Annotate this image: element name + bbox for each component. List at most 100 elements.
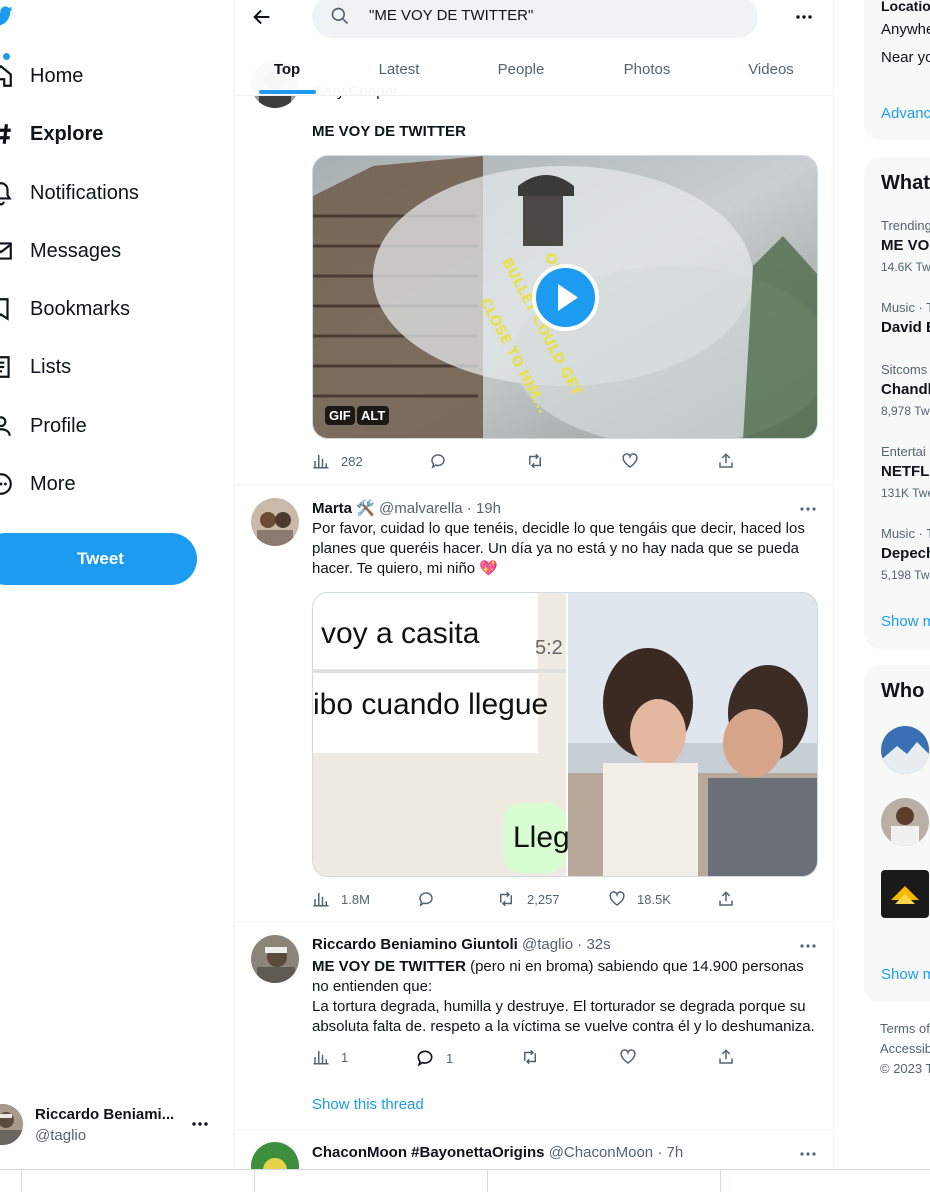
tweet-button[interactable]: Tweet (0, 533, 197, 585)
tweet-gif[interactable]: ONLY A BULLET COULD GET CLOSE TO HIM... … (312, 155, 818, 439)
reply-icon (417, 1050, 433, 1067)
bookmark-icon (0, 298, 9, 321)
trend-name: David B (881, 319, 930, 336)
retweet-icon (529, 453, 541, 469)
trend-meta: Entertai (881, 444, 926, 459)
show-more-follow[interactable]: Show m (881, 966, 930, 983)
reply-icon (419, 892, 433, 907)
trends-title: What (881, 172, 930, 194)
tweet-text: ME VOY DE TWITTER (312, 123, 466, 140)
avatar[interactable] (881, 870, 929, 918)
show-thread-link[interactable]: Show this thread (312, 1095, 817, 1115)
tab-latest[interactable]: Latest (349, 46, 449, 96)
advanced-search-link[interactable]: Advanc (881, 105, 930, 122)
share-icon (719, 891, 733, 906)
avatar[interactable] (881, 798, 929, 846)
tweet[interactable]: Riccardo Beniamino Giuntoli @taglio · 32… (235, 922, 833, 1130)
trend-name: Chandl (881, 381, 930, 398)
search-input[interactable]: "ME VOY DE TWITTER" (312, 0, 758, 38)
tab-people[interactable]: People (471, 46, 571, 96)
tweet-header: Marta 🛠️ @malvarella · 19h (312, 500, 501, 517)
tweet[interactable]: Gary Cooper... ME VOY DE TWITTER ONLY A … (235, 60, 833, 485)
share-button[interactable] (717, 452, 746, 470)
nav-explore-label: Explore (30, 122, 104, 145)
tweet-time[interactable]: 7h (667, 1144, 684, 1161)
tweet-photos[interactable]: voy a casita 5:2 ibo cuando llegue Lleg (312, 592, 818, 877)
like-button[interactable] (621, 452, 650, 470)
retweet-button[interactable] (520, 1048, 551, 1066)
bottom-segment (21, 1170, 254, 1192)
footer-accessibility-link[interactable]: Accessib (880, 1041, 930, 1056)
show-more-trends[interactable]: Show m (881, 613, 930, 630)
retweet-button[interactable] (525, 452, 556, 470)
tweet-text: Por favor, cuidad lo que tenéis, decidle… (312, 520, 805, 577)
tab-videos[interactable]: Videos (721, 46, 821, 96)
tweet-time[interactable]: 32s (586, 936, 610, 953)
tweet-actions: 1.8M 2,257 18.5K (312, 890, 742, 914)
views-button[interactable]: 1.8M (312, 890, 370, 908)
footer-terms-link[interactable]: Terms of (880, 1021, 930, 1036)
trend-meta: Music · T (881, 526, 930, 541)
views-icon (313, 455, 329, 469)
reply-button[interactable] (417, 890, 446, 908)
tweet-author-handle[interactable]: @taglio (522, 936, 573, 953)
avatar (251, 935, 299, 983)
tweet-author-handle[interactable]: @malvarella (379, 500, 463, 517)
trends-card: What Trending ME VOY 14.6K Tw Music · T … (864, 157, 930, 649)
trend-name: ME VOY (881, 237, 930, 254)
trend-count: 5,198 Tw (881, 568, 930, 582)
search-tabs: Top Latest People Photos Videos (235, 46, 833, 96)
twitter-logo-icon[interactable] (0, 4, 14, 28)
tab-top[interactable]: Top (235, 46, 339, 96)
location-anywhere[interactable]: Anywhere (881, 21, 930, 38)
tab-photos[interactable]: Photos (597, 46, 697, 96)
reply-button[interactable]: 1 (415, 1048, 453, 1068)
more-dots-icon[interactable] (797, 500, 819, 518)
avatar (0, 1104, 23, 1145)
avatar (251, 498, 299, 546)
retweet-count: 2,257 (527, 891, 560, 907)
more-dots-icon[interactable] (190, 1114, 210, 1134)
like-button[interactable]: 18.5K (608, 890, 671, 908)
like-button[interactable] (619, 1048, 648, 1066)
share-button[interactable] (717, 890, 746, 908)
location-near-you[interactable]: Near yo (881, 49, 930, 66)
views-button[interactable]: 1 (312, 1048, 348, 1066)
reply-count: 1 (446, 1050, 454, 1066)
tweet[interactable]: Marta 🛠️ @malvarella · 19h Por favor, cu… (235, 485, 833, 922)
alt-badge[interactable]: ALT (357, 406, 390, 425)
more-dots-icon[interactable] (797, 937, 819, 955)
more-dots-icon[interactable] (797, 1145, 819, 1163)
account-switcher[interactable]: Riccardo Beniami... @taglio (0, 1100, 225, 1152)
tweet-actions: 1 1 (312, 1048, 742, 1072)
tweet-author-name[interactable]: Marta 🛠️ (312, 500, 375, 517)
retweet-icon (500, 891, 512, 907)
back-arrow-icon[interactable] (251, 6, 273, 28)
tweet-time[interactable]: 19h (476, 500, 501, 517)
person-icon (0, 416, 11, 436)
retweet-button[interactable]: 2,257 (496, 890, 560, 908)
active-tab-indicator (259, 90, 316, 94)
heart-icon (620, 1049, 636, 1064)
home-icon (0, 64, 12, 87)
search-query: "ME VOY DE TWITTER" (369, 7, 534, 24)
trend-name: Depech (881, 545, 930, 562)
reply-button[interactable] (429, 452, 458, 470)
tweet-author-handle[interactable]: @ChaconMoon (549, 1144, 653, 1161)
nav-home-label: Home (30, 64, 84, 87)
photo-text: 5:2 (535, 637, 563, 659)
more-dots-icon[interactable] (793, 6, 815, 28)
photo-text: Lleg (513, 821, 570, 854)
tweet-header: ChaconMoon #BayonettaOrigins @ChaconMoon… (312, 1144, 684, 1161)
avatar[interactable] (881, 726, 929, 774)
tweet-author-name[interactable]: ChaconMoon #BayonettaOrigins (312, 1144, 545, 1161)
trend-meta: Trending (881, 218, 930, 233)
play-button[interactable] (532, 264, 599, 331)
views-button[interactable]: 282 (312, 452, 363, 470)
photo-text: ibo cuando llegue (313, 688, 549, 721)
trend-count: 14.6K Tw (881, 260, 930, 274)
nav-bookmarks-label: Bookmarks (30, 297, 131, 320)
tweet-author-name[interactable]: Riccardo Beniamino Giuntoli (312, 936, 518, 953)
bell-icon (0, 182, 12, 206)
share-button[interactable] (717, 1048, 746, 1066)
